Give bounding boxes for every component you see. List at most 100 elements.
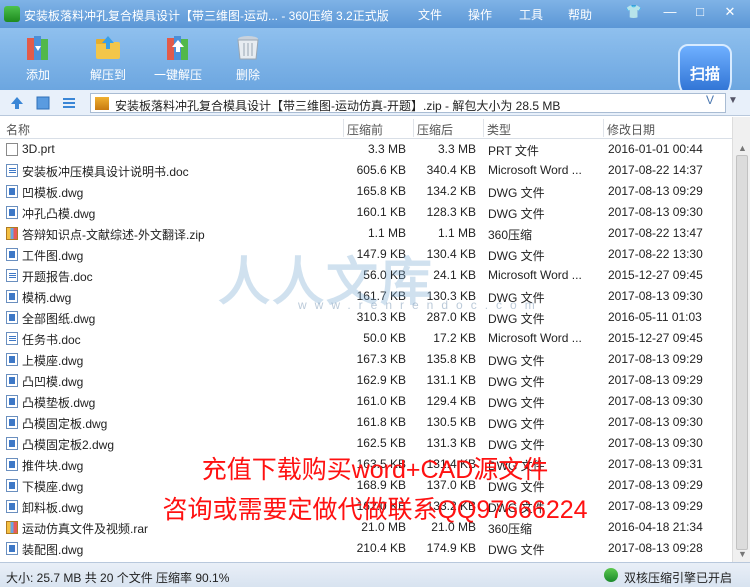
column-size[interactable]: 压缩前 [347, 121, 383, 138]
file-size: 21.0 MB [361, 520, 406, 534]
file-row[interactable]: 安装板冲压模具设计说明书.doc 605.6 KB 340.4 KB Microsof… [0, 160, 732, 181]
file-packed-size: 130.5 KB [426, 415, 476, 429]
file-row[interactable]: 凸凹模.dwg 162.9 KB 131.1 KB DWG 文件 2017-08-13 … [0, 370, 732, 391]
minimize-button[interactable]: — [660, 4, 680, 19]
file-type: 360压缩 [488, 522, 533, 536]
file-row[interactable]: 任务书.doc 50.0 KB 17.2 KB Microsoft Word ... 2… [0, 328, 732, 349]
file-row[interactable]: 答辩知识点-文献综述-外文翻译.zip 1.1 MB 1.1 MB 360压缩 2017… [0, 223, 732, 244]
file-name: 3D.prt [22, 142, 55, 156]
address-chevron-icon[interactable]: V [706, 93, 714, 107]
file-row[interactable]: 凸模垫板.dwg 161.0 KB 129.4 KB DWG 文件 2017-08-13… [0, 391, 732, 412]
extract-folder-icon [96, 36, 120, 59]
up-arrow-icon[interactable] [10, 96, 24, 110]
file-type: DWG 文件 [488, 480, 545, 494]
file-row[interactable]: 3D.prt 3.3 MB 3.3 MB PRT 文件 2016-01-01 00:44 [0, 139, 732, 160]
file-modified: 2017-08-13 09:30 [608, 289, 703, 303]
list-view-icon[interactable] [62, 96, 76, 110]
file-row[interactable]: 模柄.dwg 161.7 KB 130.3 KB DWG 文件 2017-08-13 0… [0, 286, 732, 307]
address-field[interactable]: 安装板落料冲孔复合模具设计【带三维图-运动仿真-开题】.zip - 解包大小为 … [90, 93, 726, 113]
file-type: DWG 文件 [488, 354, 545, 368]
thumbnail-view-icon[interactable] [36, 96, 50, 110]
delete-button[interactable]: 删除 [218, 32, 278, 83]
file-row[interactable]: 工件图.dwg 147.9 KB 130.4 KB DWG 文件 2017-08-22 … [0, 244, 732, 265]
file-name: 安装板冲压模具设计说明书.doc [22, 165, 189, 179]
column-divider[interactable] [413, 119, 414, 137]
add-button[interactable]: 添加 [8, 32, 68, 83]
app-logo-icon [4, 6, 20, 22]
file-row[interactable]: 运动仿真文件及视频.rar 21.0 MB 21.0 MB 360压缩 2016-04-… [0, 517, 732, 538]
column-divider[interactable] [603, 119, 604, 137]
skin-icon[interactable]: 👕 [624, 4, 644, 20]
engine-status: 双核压缩引擎已开启 [623, 571, 732, 585]
file-size: 168.9 KB [356, 478, 406, 492]
dwg-file-icon [6, 500, 18, 513]
menu-help[interactable]: 帮助 [568, 6, 592, 23]
scrollbar-thumb[interactable] [736, 155, 748, 550]
column-type[interactable]: 类型 [487, 121, 511, 138]
prt-file-icon [6, 143, 18, 156]
file-size: 162.9 KB [356, 373, 406, 387]
dwg-file-icon [6, 290, 18, 303]
add-books-icon [27, 36, 48, 60]
file-name: 凹模板.dwg [22, 186, 84, 200]
word-document-icon [6, 332, 18, 345]
dwg-file-icon [6, 185, 18, 198]
file-row[interactable]: 下模座.dwg 168.9 KB 137.0 KB DWG 文件 2017-08-13 … [0, 475, 732, 496]
dwg-file-icon [6, 374, 18, 387]
file-packed-size: 21.0 MB [431, 520, 476, 534]
file-modified: 2017-08-13 09:30 [608, 394, 703, 408]
file-size: 163.5 KB [356, 457, 406, 471]
file-name: 下模座.dwg [22, 480, 84, 494]
file-row[interactable]: 卸料板.dwg 162.0 KB 133.2 KB DWG 文件 2017-08-13 … [0, 496, 732, 517]
vertical-scrollbar[interactable]: ▲ ▼ [732, 117, 750, 562]
file-packed-size: 131.4 KB [426, 457, 476, 471]
file-name: 模柄.dwg [22, 291, 72, 305]
menu-operate[interactable]: 操作 [468, 6, 492, 23]
maximize-button[interactable]: □ [690, 4, 710, 19]
menu-tools[interactable]: 工具 [519, 6, 543, 23]
column-packed[interactable]: 压缩后 [417, 121, 453, 138]
menu-file[interactable]: 文件 [418, 6, 442, 23]
file-packed-size: 130.3 KB [426, 289, 476, 303]
file-name: 卸料板.dwg [22, 501, 84, 515]
scroll-down-icon[interactable]: ▼ [738, 549, 747, 559]
file-type: DWG 文件 [488, 396, 545, 410]
dwg-file-icon [6, 248, 18, 261]
column-modified[interactable]: 修改日期 [607, 121, 655, 138]
file-modified: 2017-08-13 09:29 [608, 373, 703, 387]
file-name: 工件图.dwg [22, 249, 84, 263]
file-row[interactable]: 凸模固定板.dwg 161.8 KB 130.5 KB DWG 文件 2017-08-1… [0, 412, 732, 433]
address-dropdown-icon[interactable]: ▼ [728, 95, 738, 106]
toolbar: 添加 解压到 一键解压 删除 扫描 [0, 28, 750, 106]
archive-icon [95, 97, 109, 110]
file-row[interactable]: 冲孔凸模.dwg 160.1 KB 128.3 KB DWG 文件 2017-08-13… [0, 202, 732, 223]
file-row[interactable]: 全部图纸.dwg 310.3 KB 287.0 KB DWG 文件 2016-05-11… [0, 307, 732, 328]
file-size: 147.9 KB [356, 247, 406, 261]
extract-to-button[interactable]: 解压到 [78, 32, 138, 83]
column-divider[interactable] [483, 119, 484, 137]
file-row[interactable]: 推件块.dwg 163.5 KB 131.4 KB DWG 文件 2017-08-13 … [0, 454, 732, 475]
file-type: DWG 文件 [488, 291, 545, 305]
file-packed-size: 3.3 MB [437, 142, 476, 156]
column-divider[interactable] [343, 119, 344, 137]
file-packed-size: 131.1 KB [426, 373, 476, 387]
file-row[interactable]: 装配图.dwg 210.4 KB 174.9 KB DWG 文件 2017-08-13 … [0, 538, 732, 559]
one-click-extract-button[interactable]: 一键解压 [148, 32, 208, 83]
file-row[interactable]: 凹模板.dwg 165.8 KB 134.2 KB DWG 文件 2017-08-13 … [0, 181, 732, 202]
file-row[interactable]: 开题报告.doc 56.0 KB 24.1 KB Microsoft Word ...… [0, 265, 732, 286]
file-name: 推件块.dwg [22, 459, 84, 473]
column-name[interactable]: 名称 [6, 121, 30, 138]
file-type: DWG 文件 [488, 375, 545, 389]
file-name: 任务书.doc [22, 333, 81, 347]
file-row[interactable]: 凸模固定板2.dwg 162.5 KB 131.3 KB DWG 文件 2017-08-… [0, 433, 732, 454]
file-packed-size: 133.2 KB [426, 499, 476, 513]
scroll-up-icon[interactable]: ▲ [738, 143, 747, 153]
file-name: 开题报告.doc [22, 270, 93, 284]
file-modified: 2017-08-13 09:29 [608, 478, 703, 492]
word-document-icon [6, 269, 18, 282]
file-size: 605.6 KB [356, 163, 406, 177]
file-row[interactable]: 上模座.dwg 167.3 KB 135.8 KB DWG 文件 2017-08-13 … [0, 349, 732, 370]
file-size: 1.1 MB [367, 226, 406, 240]
file-modified: 2017-08-22 13:47 [608, 226, 703, 240]
close-button[interactable]: ✕ [720, 4, 740, 20]
